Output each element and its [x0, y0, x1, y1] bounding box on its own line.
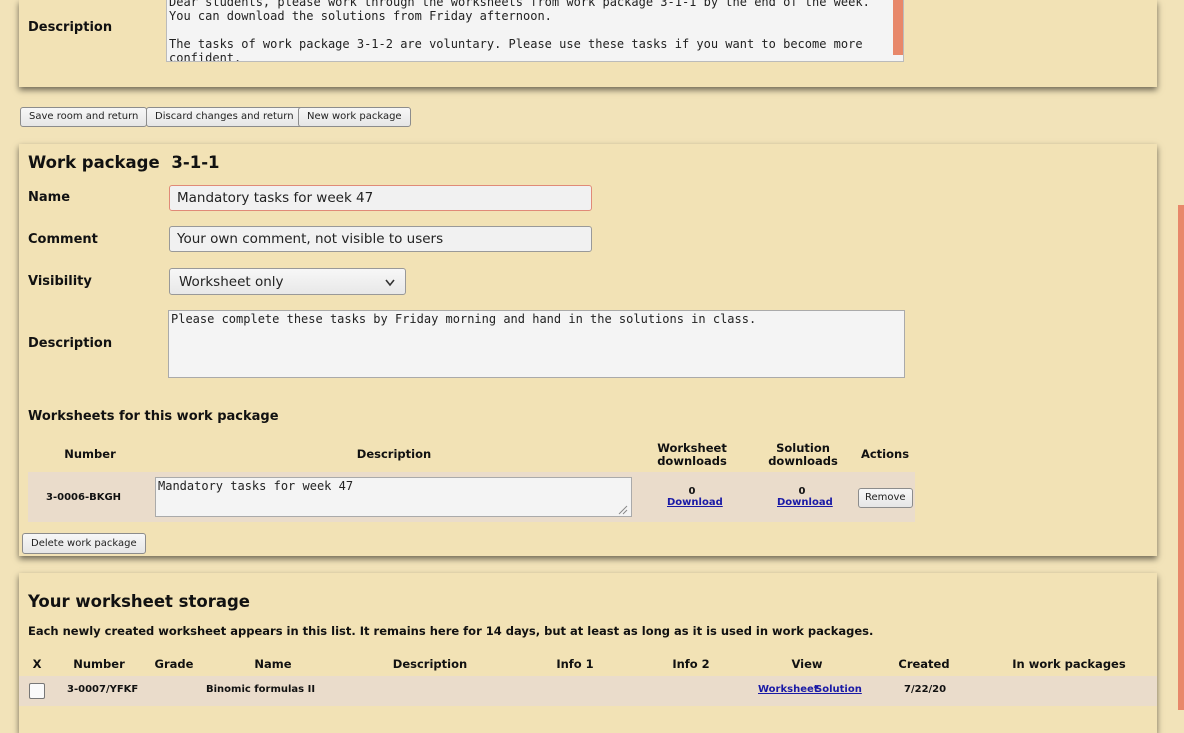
storage-col-view: View	[791, 657, 823, 671]
worksheet-download-link[interactable]: Download	[667, 497, 723, 508]
table-row: 3-0006-BKGH Mandatory tasks for week 47 …	[28, 472, 915, 522]
col-solution-downloads: Solution downloads	[758, 442, 848, 468]
storage-row-checkbox[interactable]	[29, 683, 45, 699]
room-description-panel: Description Dear students, please work t…	[19, 0, 1157, 87]
storage-col-in-work-packages: In work packages	[1012, 657, 1126, 671]
discard-changes-button[interactable]: Discard changes and return	[146, 107, 303, 127]
col-number: Number	[64, 447, 116, 461]
col-solution-downloads-line2: downloads	[768, 454, 838, 468]
chevron-down-icon	[385, 279, 395, 287]
storage-row-name: Binomic formulas II	[206, 684, 316, 695]
storage-col-name: Name	[254, 657, 292, 671]
worksheet-description-textarea[interactable]: Mandatory tasks for week 47	[155, 477, 632, 517]
col-worksheet-downloads-line2: downloads	[657, 454, 727, 468]
col-actions: Actions	[860, 447, 910, 461]
worksheet-download-count: 0	[688, 486, 696, 497]
col-description: Description	[356, 447, 432, 461]
storage-col-number: Number	[73, 657, 125, 671]
room-description-label: Description	[28, 20, 113, 35]
name-input[interactable]: Mandatory tasks for week 47	[169, 185, 592, 211]
work-package-title: Work package 3-1-1	[28, 153, 220, 172]
worksheet-storage-panel: Your worksheet storage Each newly create…	[19, 573, 1157, 733]
work-package-title-prefix: Work package	[28, 153, 160, 172]
page-scrollbar-track[interactable]	[1176, 0, 1184, 710]
storage-col-created: Created	[898, 657, 950, 671]
storage-col-description: Description	[392, 657, 468, 671]
storage-row-solution-link[interactable]: Solution	[815, 684, 862, 695]
storage-col-info2: Info 2	[672, 657, 710, 671]
storage-row-created: 7/22/20	[904, 684, 947, 695]
solution-download-count: 0	[798, 486, 806, 497]
col-worksheet-downloads: Worksheet downloads	[647, 442, 737, 468]
storage-row-worksheet-link[interactable]: Worksheet	[758, 684, 819, 695]
visibility-select-value: Worksheet only	[179, 274, 284, 290]
comment-input[interactable]: Your own comment, not visible to users	[169, 226, 592, 252]
resize-handle-icon[interactable]	[618, 505, 628, 515]
description-textarea[interactable]: Please complete these tasks by Friday mo…	[168, 310, 905, 378]
comment-label: Comment	[28, 232, 98, 247]
storage-row-number: 3-0007/YFKF	[67, 684, 139, 695]
name-label: Name	[28, 190, 71, 205]
room-description-scrollbar[interactable]	[893, 0, 903, 55]
worksheet-number: 3-0006-BKGH	[46, 492, 122, 503]
storage-col-x: X	[32, 657, 42, 671]
visibility-select[interactable]: Worksheet only	[169, 268, 406, 295]
new-work-package-button[interactable]: New work package	[298, 107, 411, 127]
visibility-label: Visibility	[28, 274, 92, 289]
work-package-panel: Work package 3-1-1 Name Mandatory tasks …	[19, 144, 1157, 556]
room-description-textarea[interactable]: Dear students, please work through the w…	[166, 0, 904, 62]
worksheets-heading: Worksheets for this work package	[28, 409, 279, 424]
storage-row: 3-0007/YFKF Binomic formulas II Workshee…	[19, 676, 1157, 706]
delete-work-package-button[interactable]: Delete work package	[22, 533, 146, 554]
save-room-button[interactable]: Save room and return	[20, 107, 148, 127]
page-scrollbar-thumb[interactable]	[1178, 205, 1184, 710]
remove-worksheet-button[interactable]: Remove	[858, 488, 913, 508]
storage-heading: Your worksheet storage	[28, 592, 250, 611]
solution-download-link[interactable]: Download	[777, 497, 833, 508]
work-package-number: 3-1-1	[171, 153, 220, 172]
storage-col-grade: Grade	[154, 657, 194, 671]
storage-col-info1: Info 1	[556, 657, 594, 671]
description-label: Description	[28, 336, 113, 351]
storage-info: Each newly created worksheet appears in …	[28, 624, 874, 638]
